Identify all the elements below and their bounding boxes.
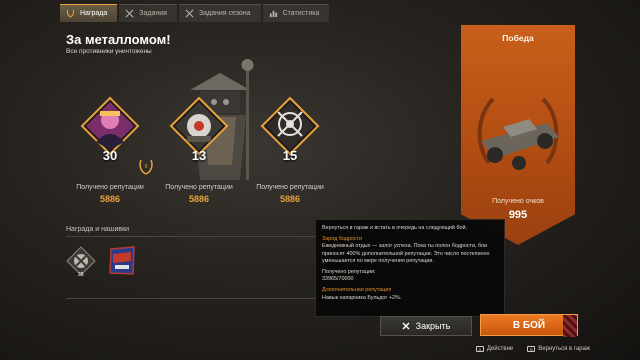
laurel-icon xyxy=(66,9,75,18)
close-button[interactable]: Закрыть xyxy=(380,316,472,336)
tooltip-rep-label: Получено репутации: xyxy=(322,269,376,276)
tab-label: Награда xyxy=(80,10,108,17)
tab-label: Статистика xyxy=(282,10,320,17)
tooltip-intro: Вернуться в гараж и встать в очередь на … xyxy=(322,225,468,231)
close-icon xyxy=(402,322,410,330)
reputation-label: Получено репутации xyxy=(256,184,324,191)
hint-action-label: Действие xyxy=(486,346,514,352)
avatar-diamond xyxy=(260,96,320,156)
laurel-badge: 9 xyxy=(144,164,148,170)
reputation-level: 13 xyxy=(191,148,207,163)
tab-tasks[interactable]: Задания xyxy=(119,4,177,22)
reputation-value: 5886 xyxy=(188,194,210,204)
reputation-level: 15 xyxy=(282,148,298,163)
vehicle-icon xyxy=(477,97,559,170)
score-label: Получено очков xyxy=(492,198,544,205)
key-a-icon: A xyxy=(475,346,484,352)
reputation-label: Получено репутации xyxy=(76,184,144,191)
close-button-label: Закрыть xyxy=(415,321,451,331)
page-title: За металломом! xyxy=(66,32,171,47)
reputation-value: 5886 xyxy=(99,194,121,204)
tooltip-section-text: Навык напарника Бульдог +2%. xyxy=(322,294,402,301)
tooltip-section-title: Дополнительная репутация xyxy=(322,287,392,294)
divider xyxy=(66,236,326,237)
flag-icon xyxy=(563,315,577,337)
tooltip-section-text: Ежедневный отдых — залог успеха. Пока ты… xyxy=(322,243,490,264)
reputation-label: Получено репутации xyxy=(165,184,233,191)
divider xyxy=(66,298,326,299)
tab-reward[interactable]: Награда xyxy=(60,4,118,22)
tab-label: Задания сезона xyxy=(198,10,251,17)
hint-back: B Вернуться в гараж xyxy=(527,346,590,352)
crossed-swords-icon xyxy=(125,9,134,18)
avatar-diamond xyxy=(80,96,140,156)
page-subtitle: Все противники уничтожены xyxy=(66,48,152,55)
tooltip: Вернуться в гараж и встать в очередь на … xyxy=(315,219,505,317)
tab-season-tasks[interactable]: Задания сезона xyxy=(178,4,261,22)
crossed-swords-icon xyxy=(185,9,194,18)
award-count: 28 xyxy=(78,272,84,278)
avatar-diamond xyxy=(169,96,229,156)
hint-action: A Действие xyxy=(475,346,514,352)
tab-label: Задания xyxy=(139,10,167,17)
key-b-icon: B xyxy=(527,346,536,352)
tooltip-rep-value: 33965/70000 xyxy=(322,276,354,283)
bar-chart-icon xyxy=(269,10,277,18)
control-hints: A Действие B Вернуться в гараж xyxy=(475,346,590,352)
patch-first-blood-icon[interactable] xyxy=(107,246,137,276)
reputation-level: 30 xyxy=(102,148,118,163)
hint-back-label: Вернуться в гараж xyxy=(538,346,590,352)
tab-statistics[interactable]: Статистика xyxy=(262,4,330,22)
fight-button[interactable]: В БОЙ xyxy=(480,314,578,337)
fight-button-label: В БОЙ xyxy=(512,319,546,331)
victory-banner: Победа Получено очков 995 xyxy=(461,25,575,245)
tab-bar: Награда Задания Задания сезона Статистик… xyxy=(60,4,330,22)
awards-heading: Награда и нашивки xyxy=(66,226,130,233)
reputation-value: 5886 xyxy=(279,194,301,204)
victory-title: Победа xyxy=(502,33,534,43)
